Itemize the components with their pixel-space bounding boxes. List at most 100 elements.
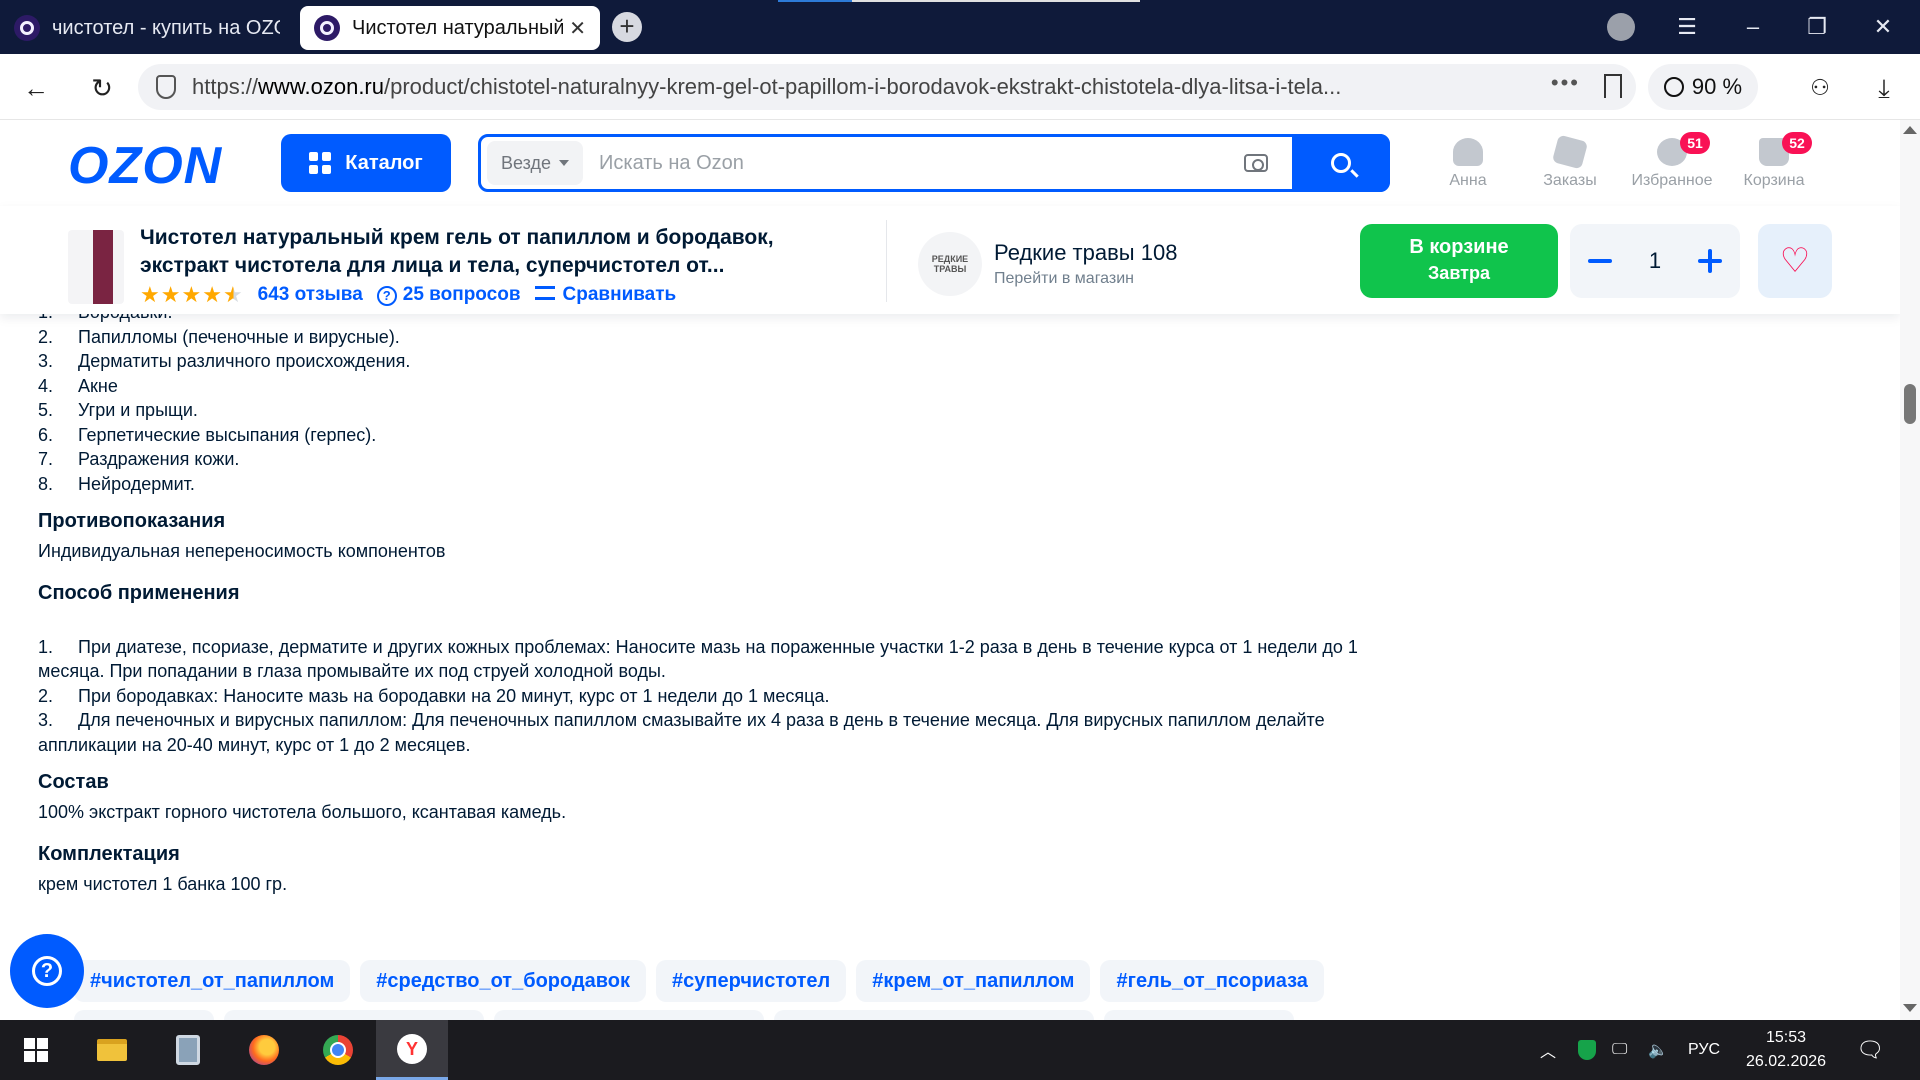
scroll-down-arrow-icon[interactable] bbox=[1903, 1004, 1917, 1012]
more-dots-icon[interactable]: ••• bbox=[1551, 70, 1580, 96]
tag-chip[interactable]: #гель_от_псориаза bbox=[1100, 960, 1324, 1002]
box-icon bbox=[1551, 134, 1589, 170]
star-icon: ★ bbox=[202, 282, 223, 307]
search-bar: Везде bbox=[478, 134, 1390, 192]
usage-title: Способ применения bbox=[38, 581, 240, 604]
nav-profile-label: Анна bbox=[1449, 172, 1487, 189]
restore-icon[interactable]: ❐ bbox=[1800, 10, 1834, 44]
favorite-heart-icon[interactable]: ♡ bbox=[1758, 224, 1832, 298]
clock[interactable]: 15:53 26.02.2026 bbox=[1726, 1026, 1846, 1074]
close-tab-icon[interactable]: ✕ bbox=[569, 16, 586, 41]
loading-progress bbox=[778, 0, 852, 2]
list-item: 2. При бородавках: Наносите мазь на бород… bbox=[38, 685, 830, 706]
search-icon bbox=[1331, 153, 1351, 173]
ozon-logo[interactable]: OZON bbox=[68, 136, 222, 196]
new-tab-button[interactable]: + bbox=[612, 12, 642, 42]
in-cart-button[interactable]: В корзине Завтра bbox=[1360, 224, 1558, 298]
list-item-text: Папилломы (печеночные и вирусные). bbox=[78, 326, 400, 347]
list-item-text: Акне bbox=[78, 375, 118, 396]
tag-chip[interactable]: #суперчистотел bbox=[656, 960, 847, 1002]
questions-link[interactable]: ? 25 вопросов bbox=[376, 284, 521, 306]
zoom-lens-icon bbox=[1663, 77, 1684, 97]
close-window-icon[interactable]: ✕ bbox=[1866, 10, 1900, 44]
question-icon: ? bbox=[376, 286, 397, 306]
windows-start-icon[interactable] bbox=[0, 1020, 72, 1080]
zoom-indicator[interactable]: 90 % bbox=[1648, 64, 1758, 110]
address-bar[interactable]: https://www.ozon.ru/product/chistotel-na… bbox=[138, 64, 1636, 110]
composition-text: 100% экстракт горного чистотела большого… bbox=[38, 802, 567, 822]
search-scope-select[interactable]: Везде bbox=[487, 141, 583, 185]
shop-link[interactable]: Перейти в магазин bbox=[994, 270, 1134, 288]
list-item: 5. Угри и прыщи. bbox=[38, 398, 1398, 423]
nav-favorites[interactable]: 51 Избранное bbox=[1622, 132, 1722, 190]
scroll-up-arrow-icon[interactable] bbox=[1903, 126, 1917, 134]
sticky-product-bar: Чистотел натуральный крем гель от папилл… bbox=[0, 206, 1900, 314]
list-item: 3. Дерматиты различного происхождения. bbox=[38, 349, 1398, 374]
ozon-favicon-icon bbox=[14, 15, 40, 41]
download-icon[interactable]: ⤓ bbox=[1864, 68, 1904, 108]
browser-toolbar: ← ↻ https://www.ozon.ru/product/chistote… bbox=[0, 54, 1920, 120]
contraindications-text: Индивидуальная непереносимость компонент… bbox=[38, 541, 446, 561]
user-icon bbox=[1453, 138, 1483, 166]
list-item-text: Для печеночных и вирусных папиллом: Для … bbox=[38, 710, 1325, 755]
star-icon: ★ bbox=[181, 282, 203, 307]
nav-favorites-label: Избранное bbox=[1631, 172, 1713, 189]
kit-text: крем чистотел 1 банка 100 гр. bbox=[38, 873, 288, 894]
sync-icon[interactable]: ⚇ bbox=[1800, 68, 1840, 108]
language-indicator[interactable]: РУС bbox=[1688, 1020, 1720, 1080]
back-arrow-icon[interactable]: ← bbox=[16, 68, 56, 108]
browser-tab-search[interactable]: чистотел - купить на OZON bbox=[0, 6, 294, 50]
star-icon: ★ bbox=[140, 282, 161, 307]
reviews-link[interactable]: 643 отзыва bbox=[258, 284, 363, 306]
chrome-icon[interactable] bbox=[302, 1020, 374, 1080]
shop-logo[interactable]: РЕДКИЕ ТРАВЫ bbox=[918, 232, 982, 296]
product-thumbnail[interactable] bbox=[68, 230, 124, 304]
network-icon[interactable]: 🖵 bbox=[1612, 1020, 1627, 1080]
defender-shield-icon[interactable] bbox=[1578, 1020, 1596, 1080]
tag-chip[interactable]: #крем_от_папиллом bbox=[856, 960, 1091, 1002]
nav-orders[interactable]: Заказы bbox=[1520, 134, 1620, 190]
page-scrollbar-thumb[interactable] bbox=[1904, 384, 1916, 424]
url-domain: www.ozon.ru bbox=[258, 74, 384, 99]
browser-tab-product[interactable]: Чистотел натуральный крем гель от папилл… bbox=[300, 6, 600, 50]
profile-icon[interactable] bbox=[1604, 10, 1638, 44]
minus-icon[interactable] bbox=[1588, 259, 1612, 263]
help-button[interactable]: ? bbox=[10, 934, 84, 1008]
list-item-text: Герпетические высыпания (герпес). bbox=[78, 424, 377, 445]
camera-icon[interactable] bbox=[1244, 154, 1268, 172]
tag-chip[interactable]: #чистотел_от_папиллом bbox=[74, 960, 351, 1002]
ozon-favicon-icon bbox=[314, 15, 340, 41]
tray-chevron-icon[interactable]: ︿ bbox=[1540, 1020, 1556, 1080]
compare-link[interactable]: Сравнивать bbox=[534, 284, 677, 306]
plus-icon[interactable] bbox=[1698, 249, 1722, 273]
clock-time: 15:53 bbox=[1765, 1029, 1807, 1046]
list-item-text: При диатезе, псориазе, дерматите и други… bbox=[38, 636, 1358, 682]
search-input[interactable] bbox=[599, 141, 1244, 185]
usage-list: 1. При диатезе, псориазе, дерматите и дру… bbox=[38, 635, 1398, 758]
reload-icon[interactable]: ↻ bbox=[82, 68, 122, 108]
tag-chip[interactable]: #средство_от_бородавок bbox=[360, 960, 647, 1002]
yandex-browser-icon[interactable]: Y bbox=[376, 1020, 448, 1080]
tag-list: #чистотел_от_папиллом #средство_от_бород… bbox=[74, 960, 1324, 1002]
nav-profile[interactable]: Анна bbox=[1418, 138, 1518, 190]
menu-icon[interactable]: ☰ bbox=[1670, 10, 1704, 44]
file-explorer-icon[interactable] bbox=[76, 1020, 148, 1080]
notifications-icon[interactable]: 🗨 bbox=[1856, 1020, 1884, 1080]
url-prefix: https:// bbox=[192, 74, 259, 99]
bookmark-icon[interactable] bbox=[1604, 74, 1622, 98]
calculator-icon[interactable] bbox=[152, 1020, 224, 1080]
caret-down-icon bbox=[559, 160, 569, 166]
volume-icon[interactable]: 🔈 bbox=[1648, 1020, 1668, 1080]
search-button[interactable] bbox=[1292, 134, 1390, 192]
nav-cart[interactable]: 52 Корзина bbox=[1724, 132, 1824, 190]
star-half-icon: ★ bbox=[222, 282, 244, 307]
shop-name[interactable]: Редкие травы 108 bbox=[994, 240, 1177, 266]
grid-icon bbox=[309, 152, 332, 174]
page-scrollbar-track[interactable] bbox=[1900, 120, 1920, 1020]
firefox-icon[interactable] bbox=[228, 1020, 300, 1080]
catalog-button[interactable]: Каталог bbox=[281, 134, 451, 192]
minimize-icon[interactable]: – bbox=[1736, 10, 1770, 44]
compare-label: Сравнивать bbox=[562, 284, 677, 305]
zoom-value: 90 % bbox=[1691, 74, 1743, 99]
taskbar: Y ︿ 🖵 🔈 РУС 15:53 26.02.2026 🗨 bbox=[0, 1020, 1920, 1080]
